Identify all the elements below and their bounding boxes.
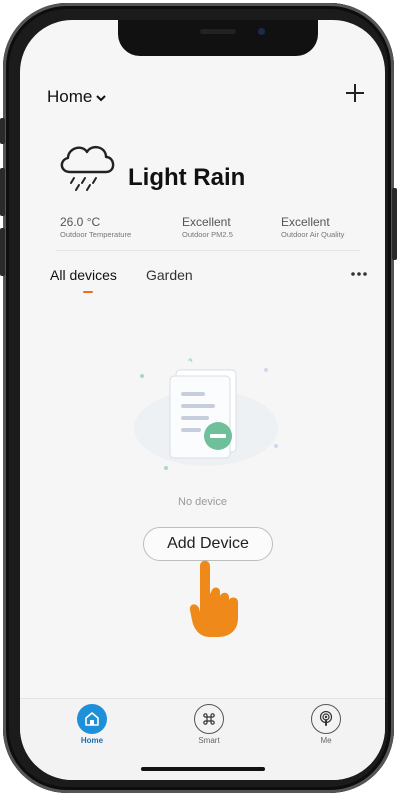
camera (258, 28, 265, 35)
stat-value: Excellent (182, 215, 231, 229)
add-device-button[interactable]: Add Device (143, 527, 273, 561)
phone-frame: Home Light Rain 26.0 °C Outdoor Temperat… (0, 3, 397, 793)
side-button (0, 118, 5, 144)
volume-down-button (0, 228, 5, 276)
tabbar-label: Smart (198, 736, 220, 745)
stat-temperature: 26.0 °C Outdoor Temperature (60, 215, 131, 239)
cloud-rain-icon (56, 140, 118, 197)
tab-garden[interactable]: Garden (146, 267, 193, 283)
empty-document-illustration (126, 350, 286, 485)
tabbar-label: Home (80, 736, 104, 745)
home-selector[interactable]: Home (47, 87, 107, 107)
stat-air-quality: Excellent Outdoor Air Quality (281, 215, 344, 239)
volume-up-button (0, 168, 5, 216)
stat-value: 26.0 °C (60, 215, 101, 229)
stat-value: Excellent (281, 215, 330, 229)
home-icon (77, 704, 107, 734)
command-icon (194, 704, 224, 734)
tab-all-devices[interactable]: All devices (50, 267, 117, 283)
chevron-down-icon (96, 91, 107, 105)
tab-active-indicator (83, 291, 93, 293)
more-icon[interactable] (350, 264, 368, 282)
pointing-hand-icon (186, 560, 244, 643)
tabbar-label: Me (320, 736, 332, 745)
home-label: Home (47, 87, 93, 106)
app-screen: Home Light Rain 26.0 °C Outdoor Temperat… (20, 20, 385, 780)
tabbar-item-home[interactable]: Home (62, 704, 122, 745)
empty-message: No device (178, 496, 227, 508)
podcast-icon (311, 704, 341, 734)
power-button (392, 188, 397, 260)
stat-label: Outdoor Temperature (60, 230, 132, 239)
notch (118, 20, 318, 56)
speaker (200, 29, 236, 34)
stat-label: Outdoor Air Quality (281, 230, 345, 239)
stat-pm25: Excellent Outdoor PM2.5 (182, 215, 233, 239)
tabbar-item-smart[interactable]: Smart (179, 704, 239, 745)
plus-icon[interactable] (345, 80, 365, 108)
tabbar-item-me[interactable]: Me (296, 704, 356, 745)
home-indicator (141, 767, 265, 771)
weather-condition: Light Rain (128, 164, 246, 191)
stat-label: Outdoor PM2.5 (182, 230, 233, 239)
divider (56, 250, 360, 251)
